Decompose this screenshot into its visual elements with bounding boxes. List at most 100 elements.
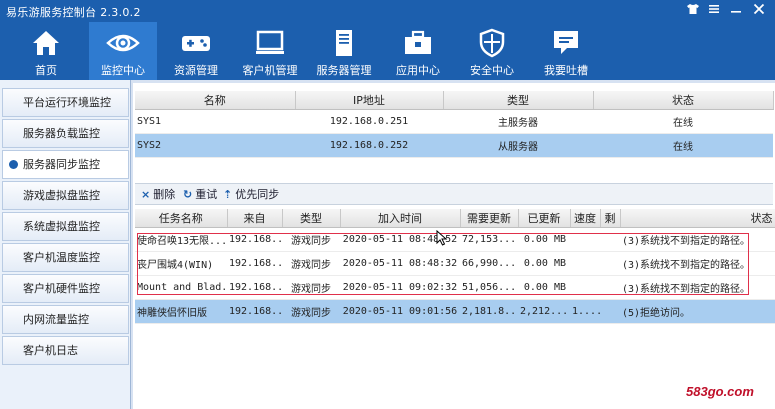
task-updated: 2,212.... — [518, 299, 570, 324]
column-header[interactable]: IP地址 — [295, 91, 444, 110]
close-icon: × — [141, 188, 151, 201]
server-ip: 192.168.0.251 — [295, 109, 443, 134]
retry-button[interactable]: ↻ 重试 — [183, 187, 217, 203]
table-row[interactable]: Mount and Blad... 192.168... 游戏同步 2020-0… — [135, 275, 775, 300]
task-type: 游戏同步 — [282, 299, 340, 324]
top-nav: 首页 监控中心 资源管理 客户机管理 服务器管理 应用中心 安全中心 我要吐槽 — [0, 22, 775, 80]
sidebar-item-server-sync[interactable]: 服务器同步监控 — [2, 150, 129, 179]
task-updated: 0.00 MB — [518, 275, 570, 300]
column-header[interactable]: 来自 — [227, 209, 283, 228]
task-updated: 0.00 MB — [518, 251, 570, 276]
nav-label: 我要吐槽 — [544, 64, 588, 77]
nav-resources[interactable]: 资源管理 — [162, 22, 230, 80]
task-need-update: 72,153.... — [460, 227, 518, 252]
server-type: 从服务器 — [443, 133, 593, 158]
sidebar-item-platform-env[interactable]: 平台运行环境监控 — [2, 88, 129, 117]
table-row[interactable]: SYS2 192.168.0.252 从服务器 在线 — [135, 133, 773, 158]
nav-feedback[interactable]: 我要吐槽 — [532, 22, 600, 80]
title-bar: 易乐游服务控制台 2.3.0.2 — [0, 0, 775, 22]
column-header[interactable]: 状态 — [593, 91, 774, 110]
task-need-update: 2,181.8... — [460, 299, 518, 324]
menu-icon[interactable] — [706, 3, 722, 19]
column-header[interactable]: 剩 — [600, 209, 621, 228]
nav-clients[interactable]: 客户机管理 — [236, 22, 304, 80]
sidebar-item-label: 游戏虚拟盘监控 — [23, 189, 100, 202]
nav-label: 客户机管理 — [242, 64, 298, 77]
task-updated: 0.00 MB — [518, 227, 570, 252]
task-name: 丧尸围城4(WIN) — [135, 251, 227, 276]
column-header[interactable]: 状态 — [620, 209, 775, 228]
gamepad-icon — [182, 36, 210, 51]
server-type: 主服务器 — [443, 109, 593, 134]
table-row[interactable]: 神雕侠侣怀旧版 192.168... 游戏同步 2020-05-11 09:01… — [135, 299, 775, 324]
sidebar-item-client-log[interactable]: 客户机日志 — [2, 336, 129, 365]
server-name: SYS1 — [135, 109, 295, 134]
column-header[interactable]: 已更新 — [518, 209, 571, 228]
table-header: 任务名称 来自 类型 加入时间 需要更新 已更新 速度 剩 状态 — [135, 209, 775, 228]
sidebar-item-client-temp[interactable]: 客户机温度监控 — [2, 243, 129, 272]
delete-button[interactable]: × 删除 — [141, 187, 175, 203]
sidebar-item-game-vdisk[interactable]: 游戏虚拟盘监控 — [2, 181, 129, 210]
sidebar-item-system-vdisk[interactable]: 系统虚拟盘监控 — [2, 212, 129, 241]
table-row[interactable]: SYS1 192.168.0.251 主服务器 在线 — [135, 109, 773, 134]
task-remaining — [600, 251, 620, 276]
nav-label: 安全中心 — [470, 64, 514, 77]
task-name: 使命召唤13无限... — [135, 227, 227, 252]
mouse-cursor-icon — [436, 230, 448, 246]
column-header[interactable]: 名称 — [135, 91, 296, 110]
column-header[interactable]: 加入时间 — [340, 209, 461, 228]
active-dot-icon — [9, 160, 18, 169]
table-row[interactable]: 使命召唤13无限... 192.168... 游戏同步 2020-05-11 0… — [135, 227, 775, 252]
home-icon — [33, 31, 59, 55]
priority-icon: ⇡ — [223, 188, 233, 201]
priority-label: 优先同步 — [235, 188, 280, 201]
task-speed — [570, 251, 600, 276]
priority-sync-button[interactable]: ⇡ 优先同步 — [223, 187, 279, 203]
sidebar-item-server-load[interactable]: 服务器负载监控 — [2, 119, 129, 148]
table-header: 名称 IP地址 类型 状态 — [135, 91, 774, 110]
task-type: 游戏同步 — [282, 227, 340, 252]
sidebar-item-label: 内网流量监控 — [23, 313, 89, 326]
task-name: 神雕侠侣怀旧版 — [135, 299, 227, 324]
table-row[interactable]: 丧尸围城4(WIN) 192.168... 游戏同步 2020-05-11 08… — [135, 251, 775, 276]
task-time: 2020-05-11 08:48:32 — [340, 251, 460, 276]
nav-monitor[interactable]: 监控中心 — [89, 22, 157, 80]
main-panel: 名称 IP地址 类型 状态 SYS1 192.168.0.251 主服务器 在线… — [133, 83, 775, 409]
task-type: 游戏同步 — [282, 275, 340, 300]
server-status: 在线 — [593, 133, 773, 158]
sidebar-item-label: 客户机日志 — [23, 344, 78, 357]
nav-label: 首页 — [35, 64, 57, 77]
minimize-icon[interactable] — [728, 3, 744, 19]
refresh-icon: ↻ — [183, 188, 193, 201]
task-remaining — [600, 275, 620, 300]
sidebar-item-label: 客户机温度监控 — [23, 251, 100, 264]
column-header[interactable]: 类型 — [443, 91, 594, 110]
monitor-icon — [256, 30, 284, 54]
nav-servers[interactable]: 服务器管理 — [310, 22, 378, 80]
task-need-update: 51,056.... — [460, 275, 518, 300]
eye-icon — [106, 34, 140, 52]
task-remaining — [600, 227, 620, 252]
nav-security[interactable]: 安全中心 — [458, 22, 526, 80]
nav-apps[interactable]: 应用中心 — [384, 22, 452, 80]
sidebar-item-client-hardware[interactable]: 客户机硬件监控 — [2, 274, 129, 303]
task-toolbar: × 删除 ↻ 重试 ⇡ 优先同步 — [135, 183, 773, 205]
task-status: (3)系统找不到指定的路径。 — [620, 275, 775, 300]
sidebar-item-label: 系统虚拟盘监控 — [23, 220, 100, 233]
skin-icon[interactable] — [685, 3, 701, 19]
window-title: 易乐游服务控制台 2.3.0.2 — [6, 6, 141, 19]
column-header[interactable]: 任务名称 — [135, 209, 228, 228]
column-header[interactable]: 需要更新 — [460, 209, 519, 228]
server-icon — [336, 30, 352, 56]
task-status: (3)系统找不到指定的路径。 — [620, 251, 775, 276]
task-status: (5)拒绝访问。 — [620, 299, 775, 324]
task-source: 192.168... — [227, 299, 282, 324]
column-header[interactable]: 类型 — [282, 209, 341, 228]
nav-home[interactable]: 首页 — [12, 22, 80, 80]
close-icon[interactable] — [751, 3, 767, 19]
nav-label: 服务器管理 — [316, 64, 372, 77]
task-source: 192.168... — [227, 227, 282, 252]
column-header[interactable]: 速度 — [570, 209, 601, 228]
sidebar-item-lan-traffic[interactable]: 内网流量监控 — [2, 305, 129, 334]
task-speed — [570, 275, 600, 300]
